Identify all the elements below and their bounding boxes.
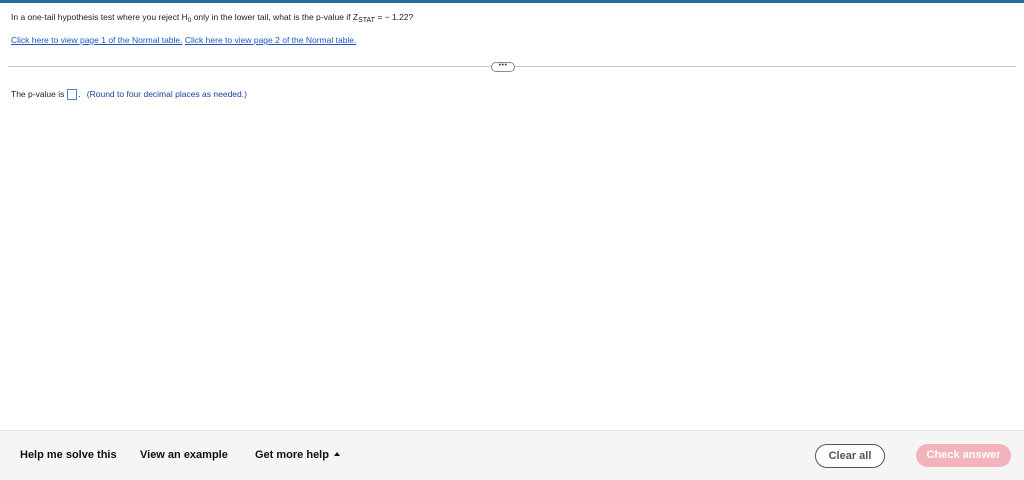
answer-row: The p-value is . (Round to four decimal … (11, 87, 247, 101)
help-me-solve-button[interactable]: Help me solve this (20, 449, 117, 461)
check-answer-button[interactable]: Check answer (916, 444, 1011, 467)
z-subscript: STAT (358, 17, 375, 24)
get-more-help-label: Get more help (255, 449, 329, 461)
caret-up-icon (333, 452, 340, 456)
answer-suffix: . (78, 89, 81, 99)
rounding-hint: (Round to four decimal places as needed.… (86, 89, 247, 99)
footer-toolbar: Help me solve this View an example Get m… (0, 430, 1024, 480)
clear-all-button[interactable]: Clear all (815, 444, 885, 468)
question-part-3: = − 1.22? (374, 12, 414, 22)
normal-table-page-2-link[interactable]: Click here to view page 2 of the Normal … (185, 35, 357, 45)
question-part-1: In a one-tail hypothesis test where you … (11, 12, 188, 22)
view-example-button[interactable]: View an example (140, 449, 228, 461)
top-accent-bar (0, 0, 1024, 3)
question-text: In a one-tail hypothesis test where you … (11, 11, 413, 24)
expand-toggle-button[interactable]: ••• (491, 62, 515, 72)
normal-table-links: Click here to view page 1 of the Normal … (11, 35, 356, 45)
answer-prefix: The p-value is (11, 89, 65, 99)
question-part-2: only in the lower tail, what is the p-va… (191, 12, 359, 22)
get-more-help-button[interactable]: Get more help (255, 449, 340, 461)
p-value-input[interactable] (67, 88, 78, 100)
normal-table-page-1-link[interactable]: Click here to view page 1 of the Normal … (11, 35, 183, 45)
